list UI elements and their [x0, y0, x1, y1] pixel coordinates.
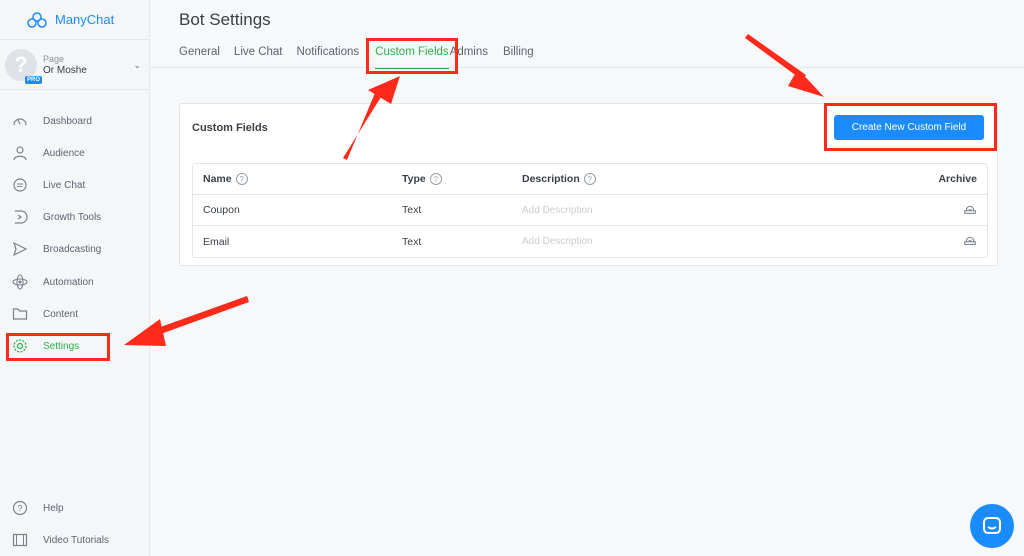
chat-icon [983, 517, 1001, 534]
add-description-field[interactable]: Add Description [522, 205, 593, 216]
folder-icon [12, 308, 28, 320]
table-header-row: Name? Type? Description? Archive [193, 164, 987, 195]
app-name: ManyChat [55, 12, 115, 27]
help-circle-icon[interactable]: ? [429, 173, 442, 186]
sidebar-item-content[interactable]: Content [0, 301, 150, 327]
sidebar-item-label: Growth Tools [43, 211, 102, 223]
sidebar-item-dashboard[interactable]: Dashboard [0, 108, 150, 134]
column-label: Description [522, 172, 580, 185]
sidebar-item-label: Settings [43, 340, 80, 352]
sidebar-item-help[interactable]: ? Help [0, 495, 150, 521]
help-circle-icon[interactable]: ? [235, 173, 248, 186]
support-chat-button[interactable] [970, 504, 1014, 548]
tab-admins[interactable]: Admins [450, 46, 488, 68]
live-chat-icon [13, 178, 27, 192]
tab-billing[interactable]: Billing [503, 46, 534, 68]
sidebar-item-broadcasting[interactable]: Broadcasting [0, 236, 150, 262]
settings-tabs: General Live Chat Notifications Custom F… [179, 46, 548, 69]
sidebar-item-settings[interactable]: Settings [0, 333, 150, 359]
field-type: Text [402, 235, 422, 248]
page-name: Or Moshe [43, 64, 87, 76]
column-label: Type [402, 172, 426, 185]
broadcasting-icon [12, 241, 28, 257]
column-header-description: Description? [522, 172, 596, 186]
tab-live-chat[interactable]: Live Chat [234, 46, 283, 68]
sidebar-item-label: Video Tutorials [43, 534, 109, 546]
page-info: Page Or Moshe [43, 53, 87, 77]
sidebar-item-label: Live Chat [43, 179, 86, 191]
chevron-down-icon[interactable]: ⌄ [133, 60, 141, 71]
field-type: Text [402, 204, 422, 216]
gear-icon [13, 339, 27, 353]
growth-tools-icon [15, 210, 28, 224]
sidebar-item-audience[interactable]: Audience [0, 140, 150, 166]
sidebar-item-label: Dashboard [43, 115, 92, 127]
app-logo[interactable]: ManyChat [0, 0, 149, 40]
column-header-name: Name? [203, 172, 248, 186]
tab-notifications[interactable]: Notifications [297, 46, 360, 68]
column-header-type: Type? [402, 172, 442, 186]
page-label: Page [43, 53, 65, 64]
main-content: Bot Settings General Live Chat Notificat… [150, 0, 1024, 556]
custom-fields-card: Custom Fields Create New Custom Field Na… [179, 103, 998, 266]
table-row[interactable]: Email Text Add Description [193, 226, 987, 257]
archive-icon [964, 236, 976, 245]
sidebar-item-label: Audience [43, 147, 85, 159]
sidebar-item-label: Content [43, 308, 79, 320]
help-circle-icon[interactable]: ? [583, 173, 596, 186]
tab-custom-fields[interactable]: Custom Fields [375, 46, 449, 69]
dashboard-icon [13, 118, 27, 126]
card-title: Custom Fields [192, 122, 268, 134]
table-row[interactable]: Coupon Text Add Description [193, 195, 987, 226]
add-description-field[interactable]: Add Description [522, 236, 593, 247]
sidebar-item-label: Automation [43, 276, 94, 288]
archive-button[interactable] [963, 202, 977, 219]
archive-icon [964, 205, 976, 214]
page-selector[interactable]: ? PRO Page Or Moshe ⌄ [0, 40, 149, 90]
video-icon [12, 533, 28, 547]
archive-button[interactable] [963, 233, 977, 250]
sidebar-item-growth-tools[interactable]: Growth Tools [0, 204, 150, 230]
manychat-logo-icon [27, 11, 47, 28]
avatar: ? PRO [5, 48, 42, 84]
svg-text:?: ? [17, 504, 22, 514]
field-name[interactable]: Email [203, 236, 229, 248]
create-custom-field-button[interactable]: Create New Custom Field [834, 115, 984, 140]
field-name[interactable]: Coupon [203, 204, 240, 216]
automation-icon [12, 274, 28, 290]
sidebar-item-video-tutorials[interactable]: Video Tutorials [0, 527, 150, 553]
sidebar-item-automation[interactable]: Automation [0, 269, 150, 295]
column-label: Name [203, 172, 232, 185]
column-header-archive: Archive [938, 173, 977, 185]
sidebar-item-live-chat[interactable]: Live Chat [0, 172, 150, 198]
sidebar-item-label: Broadcasting [43, 243, 102, 255]
sidebar-item-label: Help [43, 502, 64, 514]
tab-general[interactable]: General [179, 46, 220, 68]
sidebar: ManyChat ? PRO Page Or Moshe ⌄ Dashboard… [0, 0, 150, 556]
avatar-placeholder: ? [14, 51, 28, 77]
help-icon: ? [12, 500, 28, 516]
custom-fields-table: Name? Type? Description? Archive Coupon … [192, 163, 988, 258]
pro-badge: PRO [24, 75, 42, 84]
page-title: Bot Settings [179, 10, 271, 29]
tabs-divider [150, 67, 1024, 68]
audience-icon [13, 146, 27, 161]
